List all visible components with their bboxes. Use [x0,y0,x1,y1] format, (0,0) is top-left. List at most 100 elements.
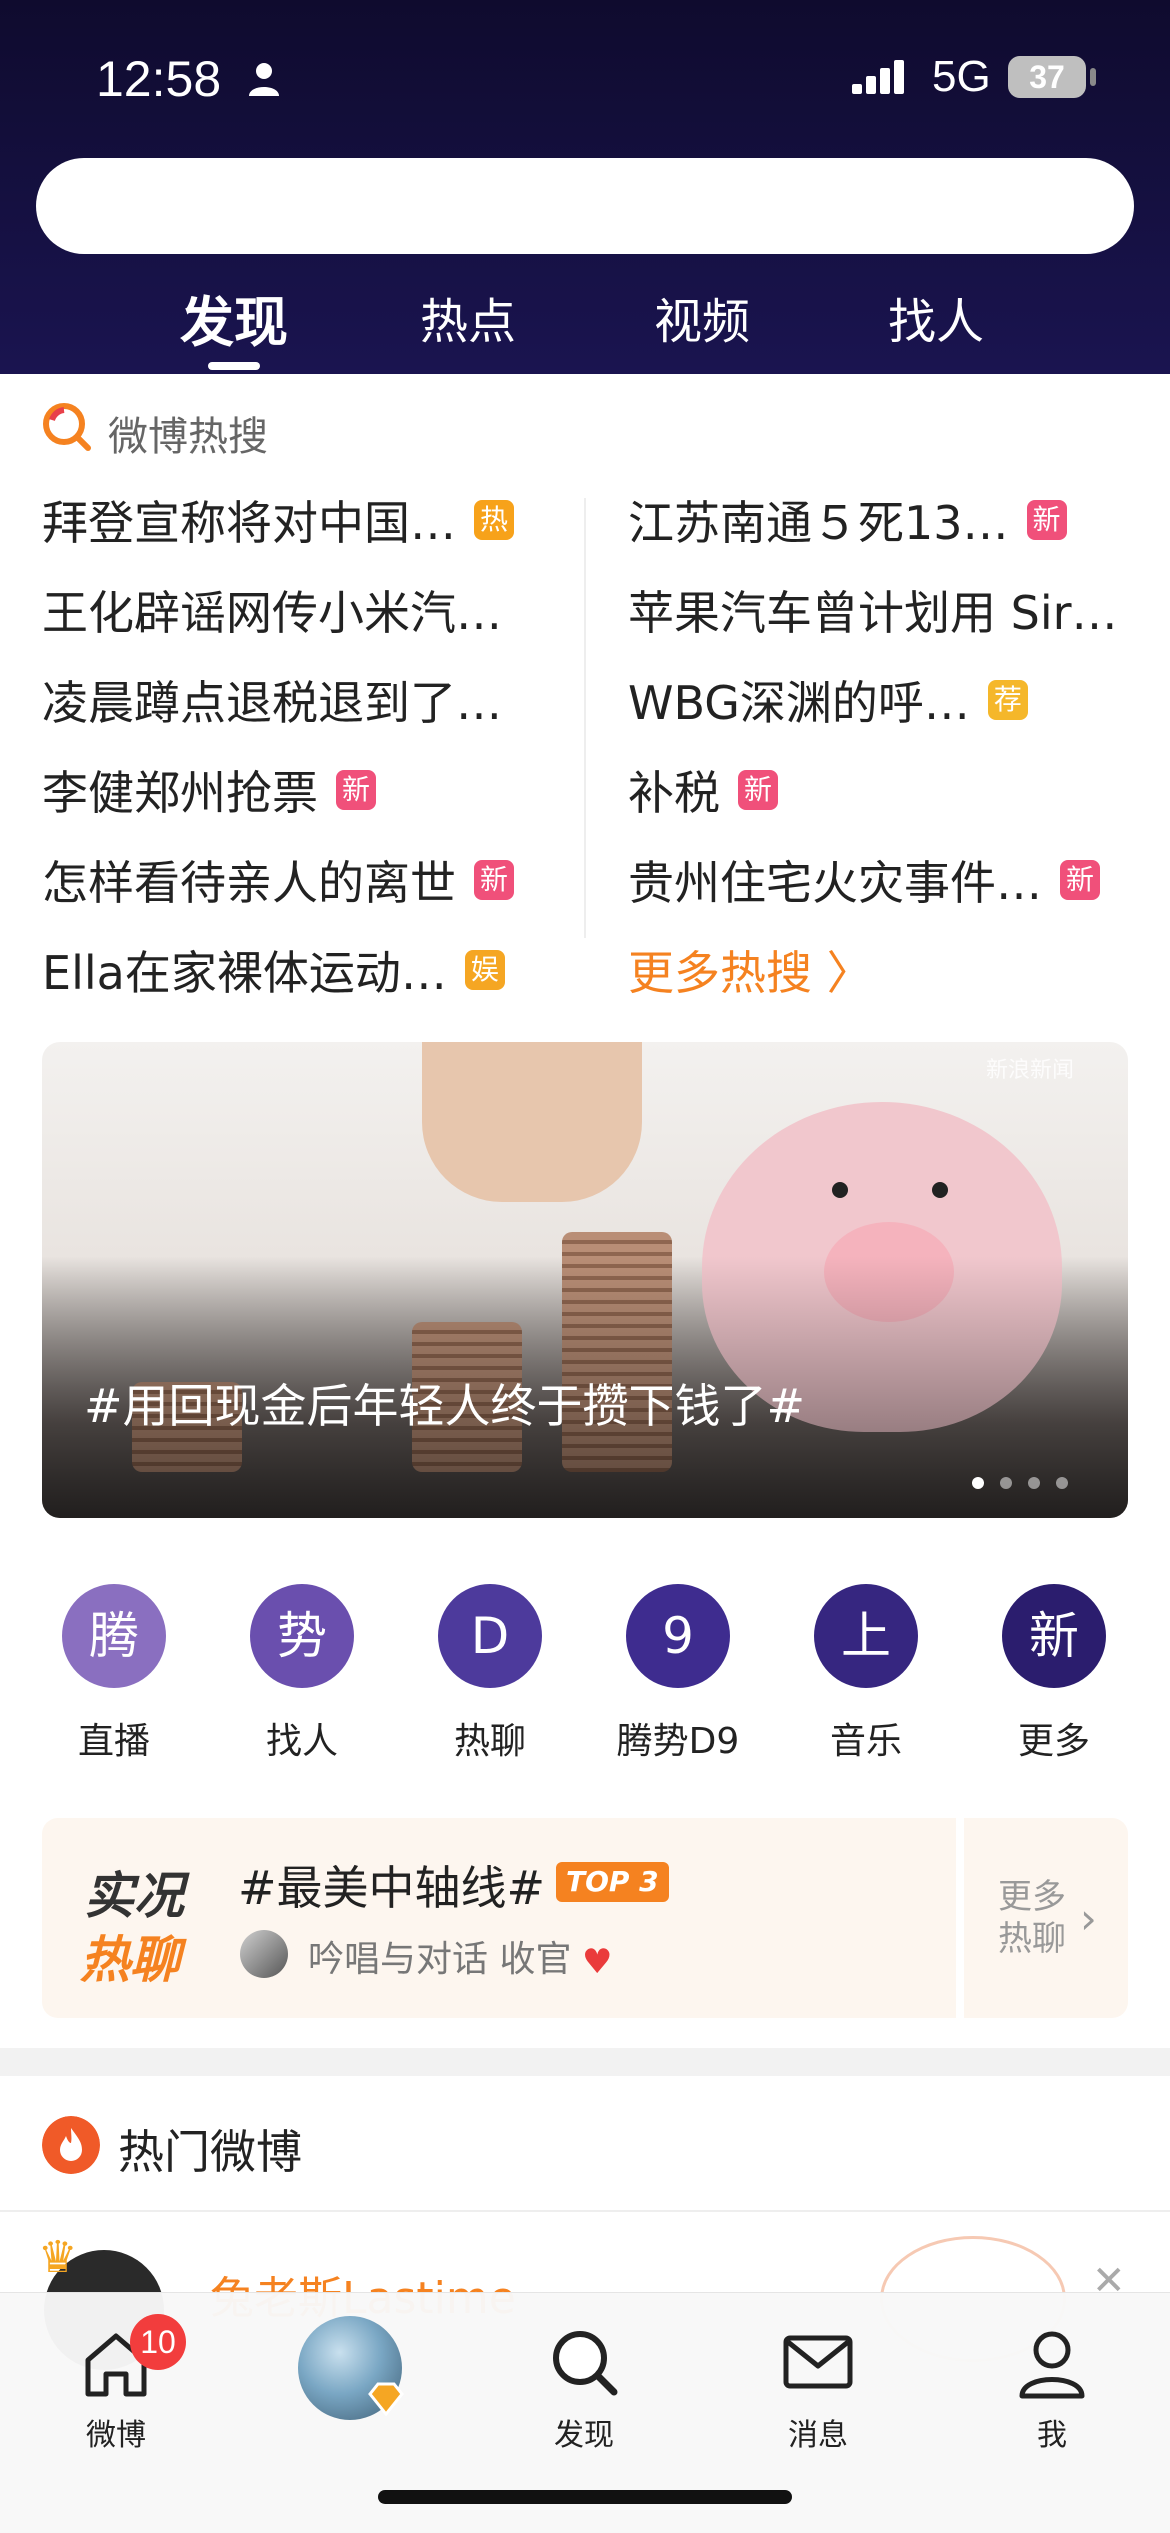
search-input[interactable] [36,158,1134,254]
section-divider [0,2048,1170,2076]
nav-messages[interactable]: 消息 [758,2322,878,2454]
new-badge: 新 [738,770,778,810]
hot-search-text: 王化辟谣网传小米汽… [42,586,502,640]
top-tabs: 发现 热点 视频 找人 [0,270,1170,370]
fire-icon [42,2116,100,2174]
signal-icon [852,60,904,94]
new-badge: 新 [1060,860,1100,900]
hot-search-text: 怎样看待亲人的离世 [42,856,456,910]
nav-discover-label: 发现 [554,2418,614,2453]
entertainment-badge: 娱 [464,950,505,990]
hot-search-item[interactable]: 凌晨蹲点退税退到了… [42,670,502,730]
shortcut-hot-talk[interactable]: D 热聊 [420,1584,560,1764]
top-header: 12:58 5G 37 发现 热点 视频 找人 [0,0,1170,374]
shortcut-live[interactable]: 腾 直播 [44,1584,184,1764]
shortcut-find-people[interactable]: 势 找人 [232,1584,372,1764]
shortcut-label: 找人 [265,1721,338,1762]
hot-search-title: 微博热搜 [108,414,268,460]
network-label: 5G [932,52,991,101]
hot-search-text: Ella在家裸体运动… [42,946,447,1000]
hot-search-text: 贵州住宅火灾事件… [628,856,1042,910]
banner-pagination [972,1474,1084,1493]
user-icon [1019,2331,1085,2399]
live-talk-logo-line1: 实况 [84,1867,184,1925]
home-indicator[interactable] [378,2490,792,2504]
tab-hot[interactable]: 热点 [420,282,516,352]
search-icon [553,2331,618,2396]
pagination-dot-active [972,1477,984,1489]
shortcut-circle: 上 [814,1584,918,1688]
crown-icon: ♛ [38,2232,78,2283]
person-icon [249,63,279,96]
live-talk-subtitle: 吟唱与对话 收官 [308,1939,572,1980]
tab-discover[interactable]: 发现 [180,278,288,357]
tab-video[interactable]: 视频 [654,282,750,352]
shortcut-more[interactable]: 新 更多 [984,1584,1124,1764]
chevron-right-icon: › [1080,1894,1097,1943]
new-badge: 新 [1026,500,1067,540]
more-live-talk-label: 更多 热聊 [998,1877,1066,1959]
notification-badge: 10 [130,2314,186,2370]
hot-search-item[interactable]: Ella在家裸体运动… 娱 [42,940,505,1000]
hot-search-item[interactable]: 李健郑州抢票 新 [42,760,376,820]
hot-search-text: 苹果汽车曾计划用 Sir… [628,586,1118,640]
mail-icon [783,2335,853,2389]
hot-search-item[interactable]: 补税 新 [628,760,778,820]
shortcut-circle: D [438,1584,542,1688]
column-divider [584,498,586,938]
nav-me-label: 我 [1037,2418,1067,2453]
shortcut-music[interactable]: 上 音乐 [796,1584,936,1764]
banner-shade [42,1042,1128,1518]
avatar [240,1930,288,1978]
more-hot-search-link[interactable]: 更多热搜 〉 [628,940,873,1000]
battery-tip [1090,68,1096,86]
banner-source: 新浪新闻 [986,1058,1075,1083]
hot-search-item[interactable]: 江苏南通５死13… 新 [628,490,1067,550]
hot-search-text: 李健郑州抢票 [42,766,318,820]
hot-search-text: WBG深渊的呼… [628,676,970,730]
hot-search-item[interactable]: 怎样看待亲人的离世 新 [42,850,514,910]
heart-icon: ♥ [582,1942,613,1982]
pagination-dot [1000,1477,1012,1489]
hot-search-item[interactable]: 王化辟谣网传小米汽… [42,580,502,640]
status-time: 12:58 [96,51,222,107]
hot-search-item[interactable]: WBG深渊的呼… 荐 [628,670,1028,730]
nav-messages-label: 消息 [788,2418,848,2453]
hot-search-text: 凌晨蹲点退税退到了… [42,676,502,730]
shortcut-circle: 新 [1002,1584,1106,1688]
shortcut-label: 腾势D9 [616,1721,740,1762]
nav-me[interactable]: 我 [992,2322,1112,2454]
nav-discover[interactable]: 发现 [524,2322,644,2454]
hot-search-text: 补税 [628,766,720,820]
rank-badge: TOP 3 [556,1862,669,1902]
live-talk-logo-line2: 热聊 [80,1931,180,1989]
shortcut-label: 热聊 [453,1721,526,1762]
battery-icon: 37 [1008,56,1086,98]
hot-search-item[interactable]: 贵州住宅火灾事件… 新 [628,850,1100,910]
pagination-dot [1028,1477,1040,1489]
banner-caption: #用回现金后年轻人终于攒下钱了# [84,1379,806,1433]
pagination-dot [1056,1477,1068,1489]
divider [0,2210,1170,2212]
hot-weibo-title: 热门微博 [118,2125,302,2179]
battery-level: 37 [1029,59,1065,95]
shortcut-circle: 势 [250,1584,354,1688]
shortcut-denza-d9[interactable]: 9 腾势D9 [608,1584,748,1764]
diamond-icon [368,2382,404,2416]
shortcut-label: 直播 [77,1721,150,1762]
recommend-badge: 荐 [987,680,1028,720]
shortcut-circle: 9 [626,1584,730,1688]
hot-badge: 热 [474,500,514,540]
new-badge: 新 [474,860,514,900]
hot-search-item[interactable]: 苹果汽车曾计划用 Sir… [628,580,1118,640]
tab-find-people[interactable]: 找人 [888,282,984,352]
shortcut-label: 更多 [1017,1721,1090,1762]
shortcut-circle: 腾 [62,1584,166,1688]
live-talk-topic: #最美中轴线# [238,1861,546,1915]
featured-banner[interactable]: 新浪新闻 #用回现金后年轻人终于攒下钱了# [42,1042,1128,1518]
hot-search-icon [43,403,91,451]
hot-search-text: 江苏南通５死13… [628,496,1009,550]
hot-search-item[interactable]: 拜登宣称将对中国… 热 [42,490,514,550]
shortcut-label: 音乐 [829,1721,902,1762]
new-badge: 新 [336,770,376,810]
